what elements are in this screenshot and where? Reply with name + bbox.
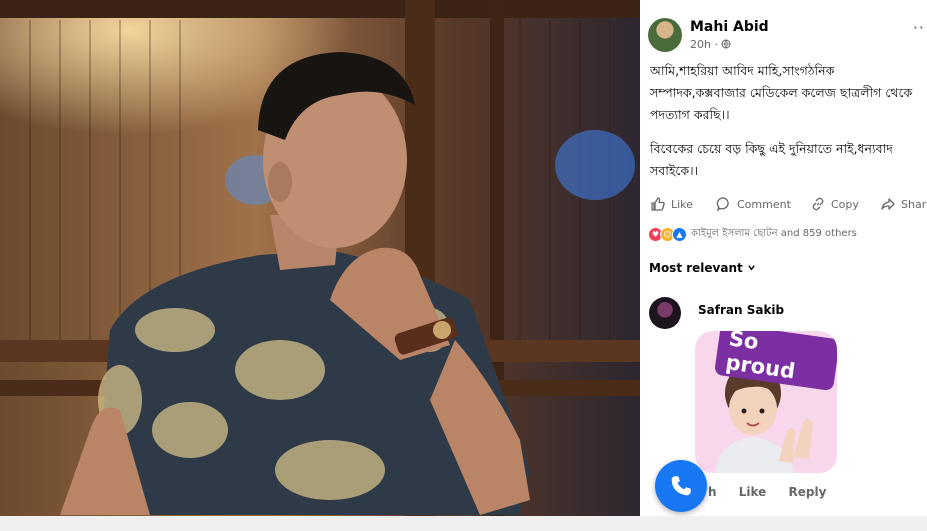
author-name[interactable]: Mahi Abid [690, 19, 769, 35]
like-label: Like [671, 197, 693, 211]
thumbs-up-icon [651, 197, 665, 211]
post-time[interactable]: 20h · [690, 38, 718, 51]
comment-label: Comment [737, 197, 791, 211]
more-options-icon[interactable]: ·· [913, 18, 925, 37]
call-button[interactable] [655, 460, 707, 512]
post-body: আমি,শাহরিয়া আবিদ মাহি,সাংগঠনিক সম্পাদক,… [650, 60, 920, 194]
copy-label: Copy [831, 197, 859, 211]
copy-button[interactable]: Copy [810, 192, 859, 216]
comment-sticker: So proud [695, 331, 837, 473]
commenter-avatar[interactable] [649, 297, 681, 329]
comment-actions: h Like Reply [708, 485, 844, 499]
chevron-down-icon [747, 261, 756, 275]
share-arrow-icon [881, 198, 895, 210]
comment-time[interactable]: h [708, 485, 717, 499]
like-button[interactable]: Like [650, 192, 693, 216]
link-icon [812, 197, 824, 211]
author-avatar[interactable] [648, 18, 682, 52]
bottom-strip [0, 516, 927, 531]
post-actions-bar: Like Comment Copy Shar [650, 192, 927, 216]
post-paragraph: বিবেকের চেয়ে বড় কিছু এই দুনিয়াতে নাই,… [650, 141, 893, 178]
reactions-text: কাইমুল ইসলাম ছোটন and 859 others [691, 227, 857, 239]
phone-icon [671, 476, 691, 496]
post-photo[interactable] [0, 0, 640, 516]
post-paragraph: আমি,শাহরিয়া আবিদ মাহি,সাংগঠনিক সম্পাদক,… [650, 63, 913, 122]
share-label: Shar [901, 197, 927, 211]
comment-like-button[interactable]: Like [739, 485, 767, 499]
reactions-summary[interactable]: ♥ ☺ ▲ কাইমুল ইসলাম ছোটন and 859 others [648, 226, 857, 242]
photo-illustration [0, 0, 640, 516]
like-reaction-icon: ▲ [672, 226, 687, 242]
sort-label: Most relevant [649, 261, 743, 275]
post-header: Mahi Abid 20h · ·· [648, 16, 925, 56]
globe-icon [721, 38, 731, 51]
commenter-name[interactable]: Safran Sakib [698, 303, 784, 317]
comment-reply-button[interactable]: Reply [788, 485, 826, 499]
comment-sort-dropdown[interactable]: Most relevant [649, 261, 756, 275]
post-meta: 20h · [690, 38, 731, 51]
share-button[interactable]: Shar [880, 192, 926, 216]
comment-button[interactable]: Comment [716, 192, 791, 216]
post-panel: Mahi Abid 20h · ·· আমি,শাহরিয়া আবিদ মাহ… [640, 0, 927, 516]
comment-bubble-icon [716, 197, 729, 212]
